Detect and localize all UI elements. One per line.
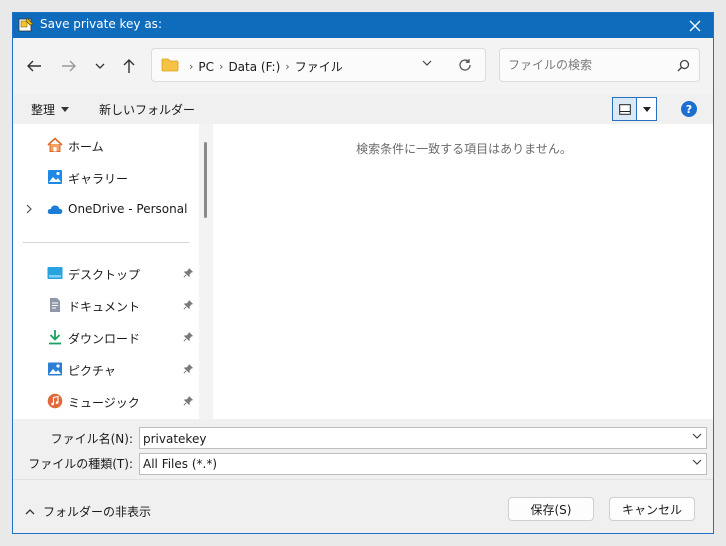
sidebar-divider: [23, 242, 189, 243]
sidebar-item-pictures[interactable]: ピクチャ: [13, 356, 197, 382]
filetype-label: ファイルの種類(T):: [28, 457, 133, 471]
save-button[interactable]: 保存(S): [508, 497, 594, 521]
search-box[interactable]: [499, 48, 700, 82]
filename-combobox[interactable]: [139, 427, 707, 449]
main-area: ホーム ギャラリー OneDrive - Personal デスクトップ ドキュ…: [13, 124, 713, 419]
view-pane-icon: [618, 103, 631, 115]
refresh-icon[interactable]: [458, 58, 472, 72]
close-icon: [689, 20, 701, 31]
sidebar-scrollbar[interactable]: [199, 124, 213, 419]
view-options-dropdown[interactable]: [637, 98, 656, 120]
forward-button[interactable]: [57, 55, 81, 77]
breadcrumb-item-folder[interactable]: ファイル: [295, 58, 343, 75]
app-icon: [18, 17, 34, 32]
dialog-footer: フォルダーの非表示 保存(S) キャンセル: [13, 479, 713, 533]
breadcrumb-separator-icon: ›: [285, 60, 290, 73]
pin-icon[interactable]: [183, 299, 194, 310]
help-icon: ?: [685, 102, 693, 116]
recent-locations-button[interactable]: [88, 55, 112, 77]
breadcrumb-item-drive[interactable]: Data (F:): [228, 60, 280, 74]
scrollbar-thumb[interactable]: [204, 142, 207, 218]
change-view-button[interactable]: [613, 98, 637, 120]
window-title: Save private key as:: [40, 17, 162, 31]
sidebar-item-downloads[interactable]: ダウンロード: [13, 324, 197, 350]
arrow-left-icon: [27, 60, 41, 72]
music-icon: [47, 393, 63, 409]
save-form: ファイル名(N): ファイルの種類(T): All Files (*.*): [13, 419, 713, 479]
breadcrumb-separator-icon: ›: [219, 60, 224, 73]
pin-icon[interactable]: [183, 267, 194, 278]
address-history-chevron-icon[interactable]: [422, 60, 432, 67]
sidebar-item-label: ダウンロード: [68, 332, 141, 346]
view-options: [612, 97, 657, 121]
home-icon: [47, 137, 63, 152]
breadcrumb: › PC › Data (F:) › ファイル: [184, 58, 343, 75]
pin-icon[interactable]: [183, 363, 194, 374]
file-list[interactable]: 検索条件に一致する項目はありません。: [215, 124, 713, 419]
sidebar-item-label: OneDrive - Personal: [68, 202, 188, 216]
search-icon[interactable]: [677, 59, 690, 72]
cancel-button[interactable]: キャンセル: [609, 497, 695, 521]
caret-down-icon: [61, 107, 70, 112]
sidebar-item-label: デスクトップ: [68, 268, 141, 282]
filename-input[interactable]: [143, 431, 683, 446]
breadcrumb-separator-icon: ›: [189, 60, 194, 73]
pin-icon[interactable]: [183, 331, 194, 342]
hide-folders-button[interactable]: フォルダーの非表示: [25, 503, 151, 520]
documents-icon: [50, 298, 60, 312]
caret-down-icon: [642, 106, 651, 112]
arrow-right-icon: [62, 60, 76, 72]
sidebar-item-gallery[interactable]: ギャラリー: [13, 164, 197, 190]
back-button[interactable]: [22, 55, 46, 77]
up-button[interactable]: [117, 55, 141, 77]
desktop-icon: [47, 267, 63, 279]
filename-label: ファイル名(N):: [50, 432, 133, 446]
filetype-select[interactable]: All Files (*.*): [139, 453, 707, 475]
sidebar-item-label: ホーム: [68, 140, 104, 154]
pictures-icon: [48, 362, 62, 376]
chevron-down-icon[interactable]: [692, 433, 702, 440]
downloads-icon: [49, 330, 61, 345]
address-bar[interactable]: › PC › Data (F:) › ファイル: [151, 48, 486, 82]
navigation-bar: › PC › Data (F:) › ファイル: [13, 38, 713, 94]
sidebar-item-home[interactable]: ホーム: [13, 132, 197, 158]
chevron-right-icon[interactable]: [26, 204, 32, 214]
sidebar-item-documents[interactable]: ドキュメント: [13, 292, 197, 318]
sidebar-item-music[interactable]: ミュージック: [13, 388, 197, 414]
save-dialog: Save private key as: › PC › Data (F:) › …: [12, 12, 714, 534]
chevron-down-icon: [95, 63, 105, 69]
organize-label: 整理: [31, 103, 56, 117]
navigation-pane: ホーム ギャラリー OneDrive - Personal デスクトップ ドキュ…: [13, 124, 199, 419]
hide-folders-label: フォルダーの非表示: [43, 505, 152, 519]
folder-icon: [161, 58, 179, 72]
command-bar: 整理 新しいフォルダー ?: [13, 94, 713, 124]
close-button[interactable]: [677, 13, 713, 38]
onedrive-icon: [47, 205, 63, 214]
chevron-up-icon: [25, 509, 35, 515]
organize-menu-button[interactable]: 整理: [31, 101, 70, 118]
sidebar-item-label: ドキュメント: [68, 300, 141, 314]
chevron-down-icon[interactable]: [692, 459, 702, 466]
sidebar-item-desktop[interactable]: デスクトップ: [13, 260, 197, 286]
title-bar: Save private key as:: [13, 13, 713, 38]
arrow-up-icon: [123, 59, 135, 73]
sidebar-item-label: ミュージック: [68, 396, 140, 410]
breadcrumb-item-pc[interactable]: PC: [198, 60, 214, 74]
help-button[interactable]: ?: [681, 101, 697, 117]
sidebar-item-onedrive[interactable]: OneDrive - Personal: [13, 196, 197, 222]
pin-icon[interactable]: [183, 395, 194, 406]
search-input[interactable]: [508, 57, 668, 73]
empty-state-message: 検索条件に一致する項目はありません。: [356, 142, 572, 156]
gallery-icon: [48, 170, 62, 184]
sidebar-item-label: ギャラリー: [68, 172, 129, 186]
filetype-value: All Files (*.*): [143, 457, 218, 471]
new-folder-button[interactable]: 新しいフォルダー: [99, 101, 195, 118]
sidebar-item-label: ピクチャ: [68, 364, 116, 378]
